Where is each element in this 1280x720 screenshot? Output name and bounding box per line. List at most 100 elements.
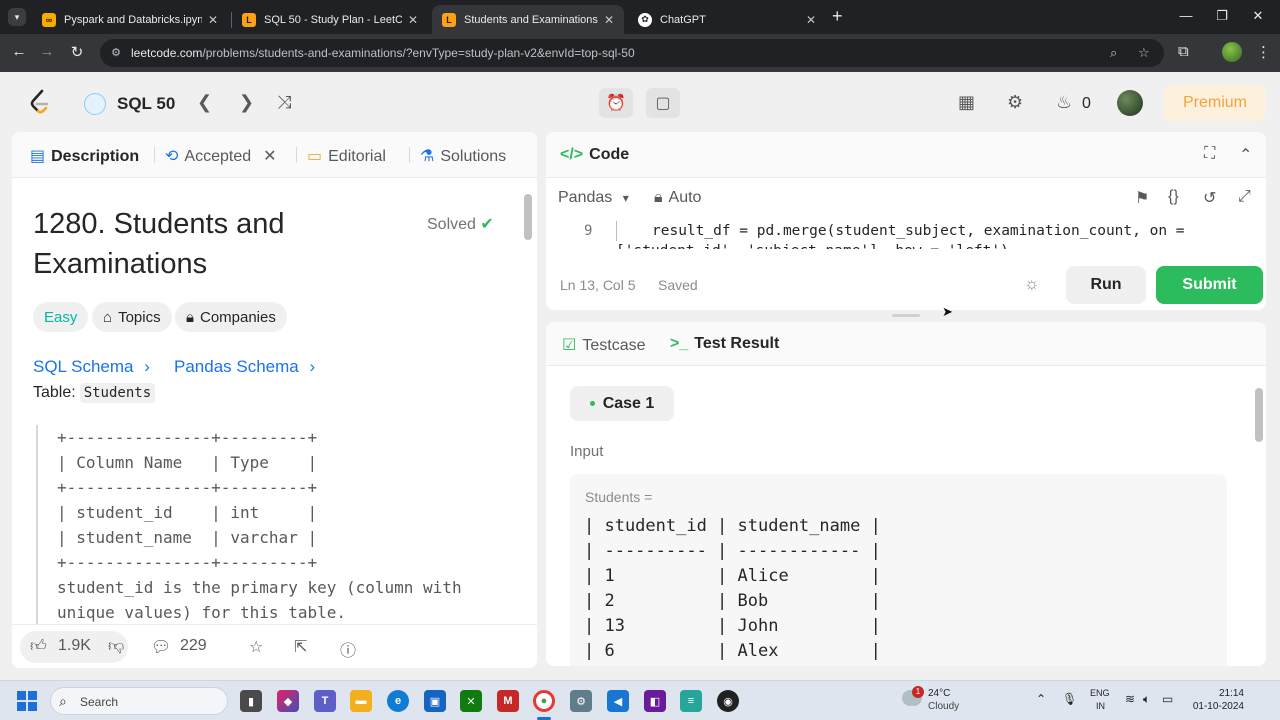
tab-search-button[interactable]: ▾ [8,8,26,26]
copilot-icon[interactable]: ◆ [277,690,299,712]
windows-start-icon[interactable] [17,691,37,711]
browser-tab-sql50[interactable]: L SQL 50 - Study Plan - LeetCode ✕ [232,5,428,34]
code-line[interactable]: result_df = pd.merge(student_subject, ex… [652,223,1185,239]
thumbs-up-icon[interactable]: 👍︎ [30,637,47,656]
layout-icon[interactable]: ▦ [958,92,975,113]
profile-avatar[interactable] [1222,42,1242,62]
shuffle-icon[interactable]: ⤨ [277,92,291,113]
reset-icon[interactable]: ↺ [1203,188,1216,208]
notes-icon[interactable]: ▢ [646,88,680,118]
zoom-icon[interactable]: ⌕ [1110,45,1117,61]
clock-time[interactable]: 21:14 [1192,688,1244,699]
topics-tag[interactable]: ⌂ Topics [92,302,172,332]
tab-testcase[interactable]: ☑ Testcase [562,335,645,355]
chrome-icon[interactable]: ● [533,690,555,712]
input-language[interactable]: ENG [1090,688,1110,698]
extensions-icon[interactable]: ⧉ [1178,43,1189,60]
minimize-button[interactable]: — [1176,8,1196,23]
companies-label: Companies [199,308,276,326]
task-view-icon[interactable]: ▮ [240,690,262,712]
browser-menu-icon[interactable]: ⋮ [1256,43,1271,61]
scrollbar-thumb[interactable] [524,194,532,240]
tab-solutions[interactable]: ⚗ Solutions [420,146,506,166]
vscode-icon[interactable]: ◀ [607,690,629,712]
battery-icon[interactable]: ▭ [1162,692,1173,706]
close-tab-icon[interactable]: ✕ [263,148,276,165]
leetcode-logo-icon[interactable] [28,89,52,117]
teams-icon[interactable]: T [314,690,336,712]
browser-tab-chatgpt[interactable]: ✿ ChatGPT ✕ [628,5,826,34]
thumbs-down-icon[interactable]: 👎︎ [108,637,124,656]
debug-bug-icon[interactable]: ☼ [1024,274,1040,294]
temperature[interactable]: 24°C [928,688,950,699]
timer-icon[interactable]: ⏰ [599,88,633,118]
expand-icon[interactable]: ⤢ [1238,188,1251,206]
back-button[interactable]: ← [9,43,29,60]
notepad-icon[interactable]: ≡ [680,690,702,712]
volume-icon[interactable]: 🔈︎ [1143,692,1150,707]
share-icon[interactable]: ⇱ [294,637,307,657]
premium-button[interactable]: Premium [1164,84,1266,121]
settings-gear-icon[interactable]: ⚙ [1007,92,1023,113]
tab-close-icon[interactable]: ✕ [208,13,218,27]
new-tab-button[interactable]: + [832,6,843,27]
submit-button[interactable]: Submit [1156,266,1263,304]
pandas-schema-link[interactable]: Pandas Schema › [174,357,315,377]
tab-close-icon[interactable]: ✕ [408,13,418,27]
run-button[interactable]: Run [1066,266,1146,304]
tab-editorial[interactable]: ▭ Editorial [307,146,386,166]
weather-condition[interactable]: Cloudy [928,701,959,712]
comment-icon[interactable]: 💬︎ [151,637,171,657]
tab-description[interactable]: ▤ Description [30,146,139,166]
address-bar[interactable]: ⚙ leetcode.com/problems/students-and-exa… [100,39,1164,67]
xbox-icon[interactable]: ✕ [460,690,482,712]
file-explorer-icon[interactable]: ▬ [350,690,372,712]
tab-accepted[interactable]: ⟲ Accepted ✕ [165,146,277,166]
url-text[interactable]: leetcode.com/problems/students-and-exami… [131,46,635,60]
scrollbar-thumb[interactable] [1255,388,1263,442]
language-select[interactable]: Pandas ▾ [558,189,629,207]
edge-icon[interactable]: e [387,690,409,712]
code-line-wrapped[interactable]: ['student_id', 'subject_name'], how = 'l… [616,243,1009,249]
auto-mode[interactable]: 🔒︎ Auto [654,189,701,207]
previous-problem-icon[interactable]: ❮ [197,92,212,113]
maximize-button[interactable]: ❐ [1212,8,1232,24]
tab-close-icon[interactable]: ✕ [806,13,816,27]
reload-button[interactable]: ↻ [67,43,87,61]
study-plan-title[interactable]: SQL 50 [117,94,175,114]
tray-overflow-icon[interactable]: ⌃ [1036,692,1046,706]
obs-icon[interactable]: ◉ [717,690,739,712]
clock-date[interactable]: 01-10-2024 [1192,701,1244,712]
companies-tag[interactable]: 🔒︎ Companies [175,302,287,332]
browser-tab-students-examinations[interactable]: L Students and Examinations - Le ✕ [432,5,624,34]
favorite-star-icon[interactable]: ☆ [249,637,263,657]
user-avatar[interactable] [1117,90,1143,116]
collapse-icon[interactable]: ⌃ [1239,145,1252,165]
result-scrollbar[interactable] [1254,368,1264,662]
tab-close-icon[interactable]: ✕ [604,13,614,27]
microphone-icon[interactable]: 🎙︎ [1062,692,1077,706]
streak-fire-icon[interactable]: ♨ [1056,92,1072,113]
format-braces-icon[interactable]: {} [1168,188,1179,206]
sql-schema-link[interactable]: SQL Schema › [33,357,150,377]
bookmark-star-icon[interactable]: ☆ [1138,45,1150,61]
store-icon[interactable]: ▣ [424,690,446,712]
app-icon[interactable]: ◧ [644,690,666,712]
taskbar-search[interactable]: ⌕ Search [50,687,228,715]
browser-tab-colab[interactable]: ∞ Pyspark and Databricks.ipynb - ✕ [32,5,228,34]
site-info-icon[interactable]: ⚙ [109,46,123,60]
bookmark-icon[interactable]: ⚑ [1135,188,1149,208]
description-scrollbar[interactable] [524,184,532,622]
wifi-icon[interactable]: ≋ [1125,692,1135,706]
mcafee-icon[interactable]: M [497,690,519,712]
panel-resize-handle[interactable] [892,314,920,317]
close-window-button[interactable]: ✕ [1248,8,1268,24]
case-1-tab[interactable]: Case 1 [570,386,674,421]
settings-app-icon[interactable]: ⚙ [570,690,592,712]
fullscreen-icon[interactable]: ⛶ [1204,145,1215,163]
input-region[interactable]: IN [1096,701,1105,711]
help-icon[interactable]: ⓘ [340,637,356,661]
tab-test-result[interactable]: >_ Test Result [670,335,779,353]
next-problem-icon[interactable]: ❯ [239,92,254,113]
forward-button[interactable]: → [37,43,57,60]
